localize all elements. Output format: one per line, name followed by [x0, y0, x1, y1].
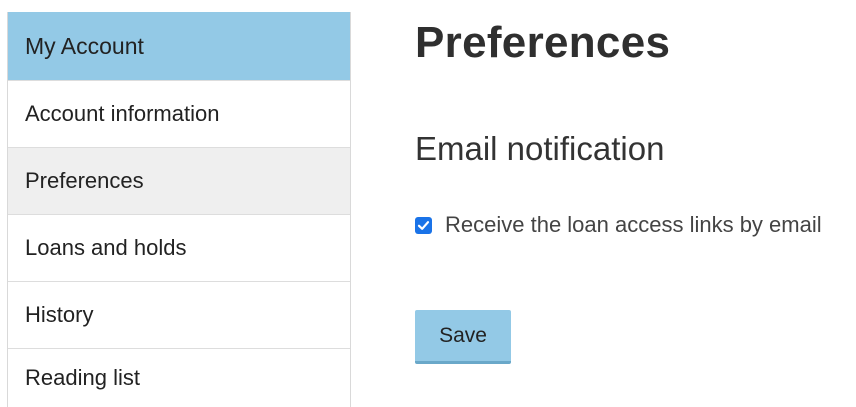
account-sidebar: My Account Account information Preferenc… — [7, 12, 351, 407]
section-title: Email notification — [415, 130, 665, 167]
save-button[interactable]: Save — [415, 310, 511, 364]
page-title: Preferences — [415, 18, 671, 67]
loan-links-email-checkbox[interactable] — [415, 216, 432, 234]
sidebar-item-reading-list[interactable]: Reading list — [8, 348, 350, 407]
email-notification-option: Receive the loan access links by email — [415, 212, 822, 238]
sidebar-item-history[interactable]: History — [8, 281, 350, 348]
sidebar-item-preferences[interactable]: Preferences — [8, 147, 350, 214]
page: My Account Account information Preferenc… — [0, 0, 856, 407]
sidebar-header: My Account — [8, 12, 350, 80]
sidebar-item-account-information[interactable]: Account information — [8, 80, 350, 147]
sidebar-item-loans-and-holds[interactable]: Loans and holds — [8, 214, 350, 281]
checkbox-label[interactable]: Receive the loan access links by email — [445, 212, 822, 238]
checkmark-icon — [417, 220, 430, 230]
